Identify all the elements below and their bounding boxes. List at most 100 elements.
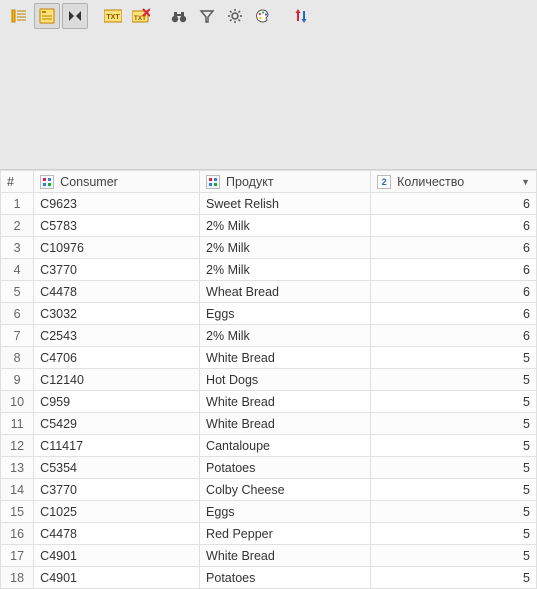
consumer-cell[interactable]: C4901 <box>34 567 200 589</box>
quantity-cell[interactable]: 6 <box>371 259 537 281</box>
consumer-cell[interactable]: C2543 <box>34 325 200 347</box>
product-cell[interactable]: Red Pepper <box>200 523 371 545</box>
consumer-cell[interactable]: C11417 <box>34 435 200 457</box>
consumer-cell[interactable]: C1025 <box>34 501 200 523</box>
quantity-cell[interactable]: 5 <box>371 347 537 369</box>
consumer-cell[interactable]: C10976 <box>34 237 200 259</box>
product-cell[interactable]: 2% Milk <box>200 259 371 281</box>
quantity-cell[interactable]: 5 <box>371 545 537 567</box>
quantity-cell[interactable]: 6 <box>371 303 537 325</box>
quantity-cell[interactable]: 6 <box>371 281 537 303</box>
consumer-cell[interactable]: C4478 <box>34 523 200 545</box>
consumer-cell[interactable]: C12140 <box>34 369 200 391</box>
consumer-cell[interactable]: C9623 <box>34 193 200 215</box>
product-cell[interactable]: Potatoes <box>200 567 371 589</box>
table-row[interactable]: 5C4478Wheat Bread6 <box>1 281 537 303</box>
table-row[interactable]: 6C3032Eggs6 <box>1 303 537 325</box>
svg-text:TXT: TXT <box>134 15 146 22</box>
table-row[interactable]: 7C25432% Milk6 <box>1 325 537 347</box>
consumer-cell[interactable]: C4706 <box>34 347 200 369</box>
product-cell[interactable]: White Bread <box>200 347 371 369</box>
quantity-cell[interactable]: 6 <box>371 237 537 259</box>
consumer-cell[interactable]: C5354 <box>34 457 200 479</box>
form-icon <box>39 8 55 24</box>
row-number-cell: 3 <box>1 237 34 259</box>
table-row[interactable]: 14C3770Colby Cheese5 <box>1 479 537 501</box>
view-form-button[interactable] <box>34 3 60 29</box>
product-cell[interactable]: Potatoes <box>200 457 371 479</box>
table-row[interactable]: 13C5354Potatoes5 <box>1 457 537 479</box>
table-row[interactable]: 17C4901White Bread5 <box>1 545 537 567</box>
table-row[interactable]: 2C57832% Milk6 <box>1 215 537 237</box>
row-number-cell: 13 <box>1 457 34 479</box>
table-row[interactable]: 11C5429White Bread5 <box>1 413 537 435</box>
quantity-cell[interactable]: 6 <box>371 193 537 215</box>
consumer-cell[interactable]: C4478 <box>34 281 200 303</box>
sort-button[interactable] <box>288 3 314 29</box>
consumer-cell[interactable]: C3770 <box>34 259 200 281</box>
quantity-cell[interactable]: 5 <box>371 479 537 501</box>
table-row[interactable]: 4C37702% Milk6 <box>1 259 537 281</box>
quantity-cell[interactable]: 5 <box>371 457 537 479</box>
product-cell[interactable]: Hot Dogs <box>200 369 371 391</box>
table-row[interactable]: 18C4901Potatoes5 <box>1 567 537 589</box>
consumer-cell[interactable]: C4901 <box>34 545 200 567</box>
table-row[interactable]: 9C12140Hot Dogs5 <box>1 369 537 391</box>
find-button[interactable] <box>166 3 192 29</box>
product-cell[interactable]: Cantaloupe <box>200 435 371 457</box>
product-cell[interactable]: Wheat Bread <box>200 281 371 303</box>
quantity-cell[interactable]: 5 <box>371 391 537 413</box>
quantity-cell[interactable]: 6 <box>371 215 537 237</box>
product-cell[interactable]: Eggs <box>200 303 371 325</box>
clear-text-button[interactable]: TXT <box>128 3 154 29</box>
split-icon <box>67 8 83 24</box>
quantity-cell[interactable]: 5 <box>371 523 537 545</box>
row-number-cell: 10 <box>1 391 34 413</box>
row-number-cell: 14 <box>1 479 34 501</box>
quantity-cell[interactable]: 6 <box>371 325 537 347</box>
table-row[interactable]: 16C4478Red Pepper5 <box>1 523 537 545</box>
text-mode-button[interactable]: TXT <box>100 3 126 29</box>
header-quantity[interactable]: 2 Количество ▼ <box>371 171 537 193</box>
product-cell[interactable]: 2% Milk <box>200 325 371 347</box>
consumer-cell[interactable]: C5783 <box>34 215 200 237</box>
quantity-cell[interactable]: 5 <box>371 369 537 391</box>
table-row[interactable]: 3C109762% Milk6 <box>1 237 537 259</box>
product-cell[interactable]: Eggs <box>200 501 371 523</box>
consumer-cell[interactable]: C3032 <box>34 303 200 325</box>
header-consumer-label: Consumer <box>60 175 118 189</box>
product-cell[interactable]: Sweet Relish <box>200 193 371 215</box>
table-row[interactable]: 1C9623Sweet Relish6 <box>1 193 537 215</box>
row-number-cell: 12 <box>1 435 34 457</box>
quantity-cell[interactable]: 5 <box>371 501 537 523</box>
header-rownum[interactable]: # <box>1 171 34 193</box>
table-row[interactable]: 15C1025Eggs5 <box>1 501 537 523</box>
product-cell[interactable]: White Bread <box>200 545 371 567</box>
quantity-cell[interactable]: 5 <box>371 435 537 457</box>
view-list-button[interactable] <box>6 3 32 29</box>
data-grid[interactable]: # Consumer Продукт <box>0 170 537 589</box>
row-number-cell: 6 <box>1 303 34 325</box>
product-cell[interactable]: 2% Milk <box>200 215 371 237</box>
product-cell[interactable]: White Bread <box>200 413 371 435</box>
header-rownum-label: # <box>7 175 14 189</box>
consumer-cell[interactable]: C3770 <box>34 479 200 501</box>
color-button[interactable] <box>250 3 276 29</box>
consumer-cell[interactable]: C5429 <box>34 413 200 435</box>
quantity-cell[interactable]: 5 <box>371 413 537 435</box>
header-product[interactable]: Продукт <box>200 171 371 193</box>
header-consumer[interactable]: Consumer <box>34 171 200 193</box>
table-row[interactable]: 12C11417Cantaloupe5 <box>1 435 537 457</box>
quantity-cell[interactable]: 5 <box>371 567 537 589</box>
toolbar-panel: TXT TXT <box>0 0 537 170</box>
settings-button[interactable] <box>222 3 248 29</box>
funnel-icon <box>199 8 215 24</box>
table-row[interactable]: 10C959White Bread5 <box>1 391 537 413</box>
product-cell[interactable]: White Bread <box>200 391 371 413</box>
table-row[interactable]: 8C4706White Bread5 <box>1 347 537 369</box>
consumer-cell[interactable]: C959 <box>34 391 200 413</box>
filter-button[interactable] <box>194 3 220 29</box>
product-cell[interactable]: 2% Milk <box>200 237 371 259</box>
split-view-button[interactable] <box>62 3 88 29</box>
product-cell[interactable]: Colby Cheese <box>200 479 371 501</box>
